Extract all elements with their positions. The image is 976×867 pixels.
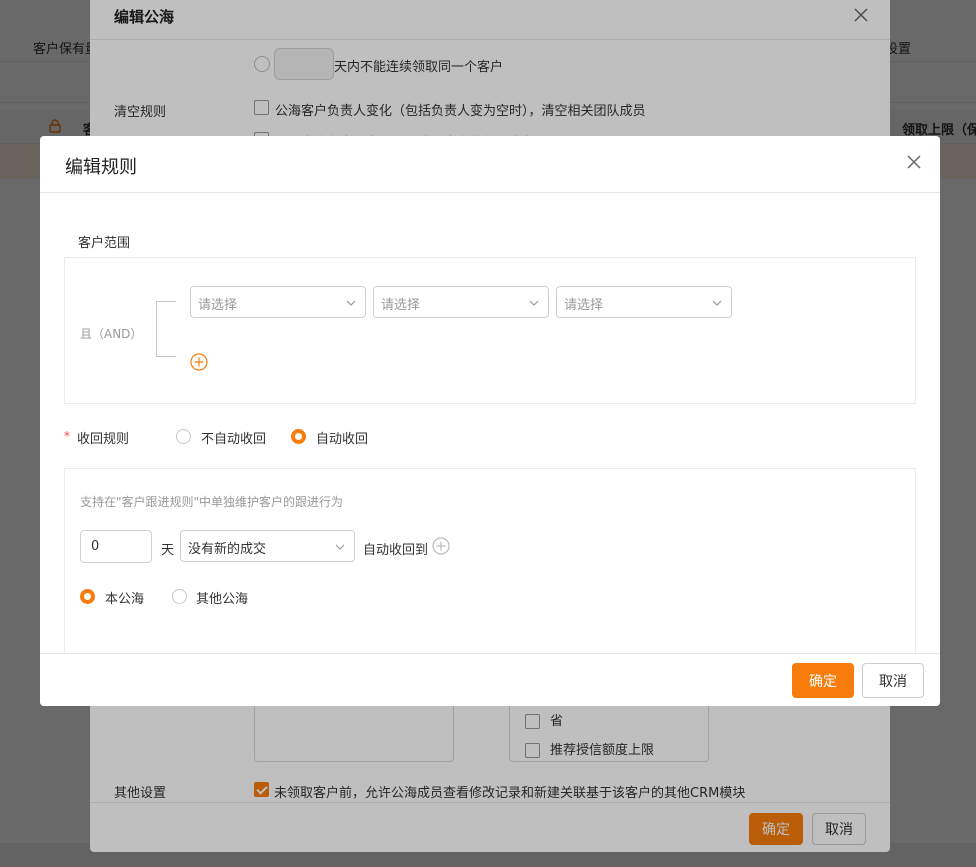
other-sea-radio[interactable] [172,589,187,604]
customer-scope-label: 客户范围 [78,236,131,251]
confirm-button[interactable]: 确定 [792,663,854,698]
recall-settings-box: 支持在"客户跟进规则"中单独维护客户的跟进行为 0 天 没有新的成交 自动收回到… [64,468,916,668]
recall-condition-value: 没有新的成交 [188,542,267,557]
condition-bracket [156,301,176,357]
add-condition-icon[interactable] [190,353,208,371]
dialog-footer: 确定 取消 [40,653,940,706]
auto-recall-to-label: 自动收回到 [363,543,429,558]
recall-condition-select[interactable]: 没有新的成交 [180,530,355,562]
select-placeholder: 请选择 [198,298,238,313]
auto-recall-label[interactable]: 自动收回 [316,428,368,447]
no-auto-recall-label[interactable]: 不自动收回 [201,428,266,447]
dialog-title: 编辑规则 [65,157,137,178]
operator-select[interactable]: 请选择 [373,286,549,318]
edit-rule-dialog: 编辑规则 客户范围 且（AND） 请选择 请选择 请选择 * 收回规则 不自动收… [40,136,940,706]
recall-rule-label: 收回规则 [77,432,130,447]
value-select[interactable]: 请选择 [556,286,732,318]
required-mark: * [64,429,70,443]
customer-scope-box: 且（AND） 请选择 请选择 请选择 [64,257,916,404]
this-sea-radio[interactable] [80,589,95,604]
chevron-down-icon [529,300,539,306]
this-sea-label[interactable]: 本公海 [105,588,144,607]
and-operator-label[interactable]: 且（AND） [80,325,142,342]
add-target-icon[interactable] [432,537,450,555]
chevron-down-icon [335,544,345,550]
auto-recall-radio[interactable] [291,429,306,444]
follow-up-hint: 支持在"客户跟进规则"中单独维护客户的跟进行为 [80,495,344,509]
field-select[interactable]: 请选择 [190,286,366,318]
no-auto-recall-radio[interactable] [176,429,191,444]
cancel-button[interactable]: 取消 [862,663,924,698]
other-sea-label[interactable]: 其他公海 [196,588,248,607]
close-icon[interactable] [906,154,922,170]
select-placeholder: 请选择 [381,298,421,313]
select-placeholder: 请选择 [564,298,604,313]
day-unit-label: 天 [161,543,175,558]
chevron-down-icon [346,300,356,306]
chevron-down-icon [712,300,722,306]
dialog-header: 编辑规则 [40,136,940,193]
days-input[interactable]: 0 [80,530,152,563]
days-value: 0 [91,539,100,554]
